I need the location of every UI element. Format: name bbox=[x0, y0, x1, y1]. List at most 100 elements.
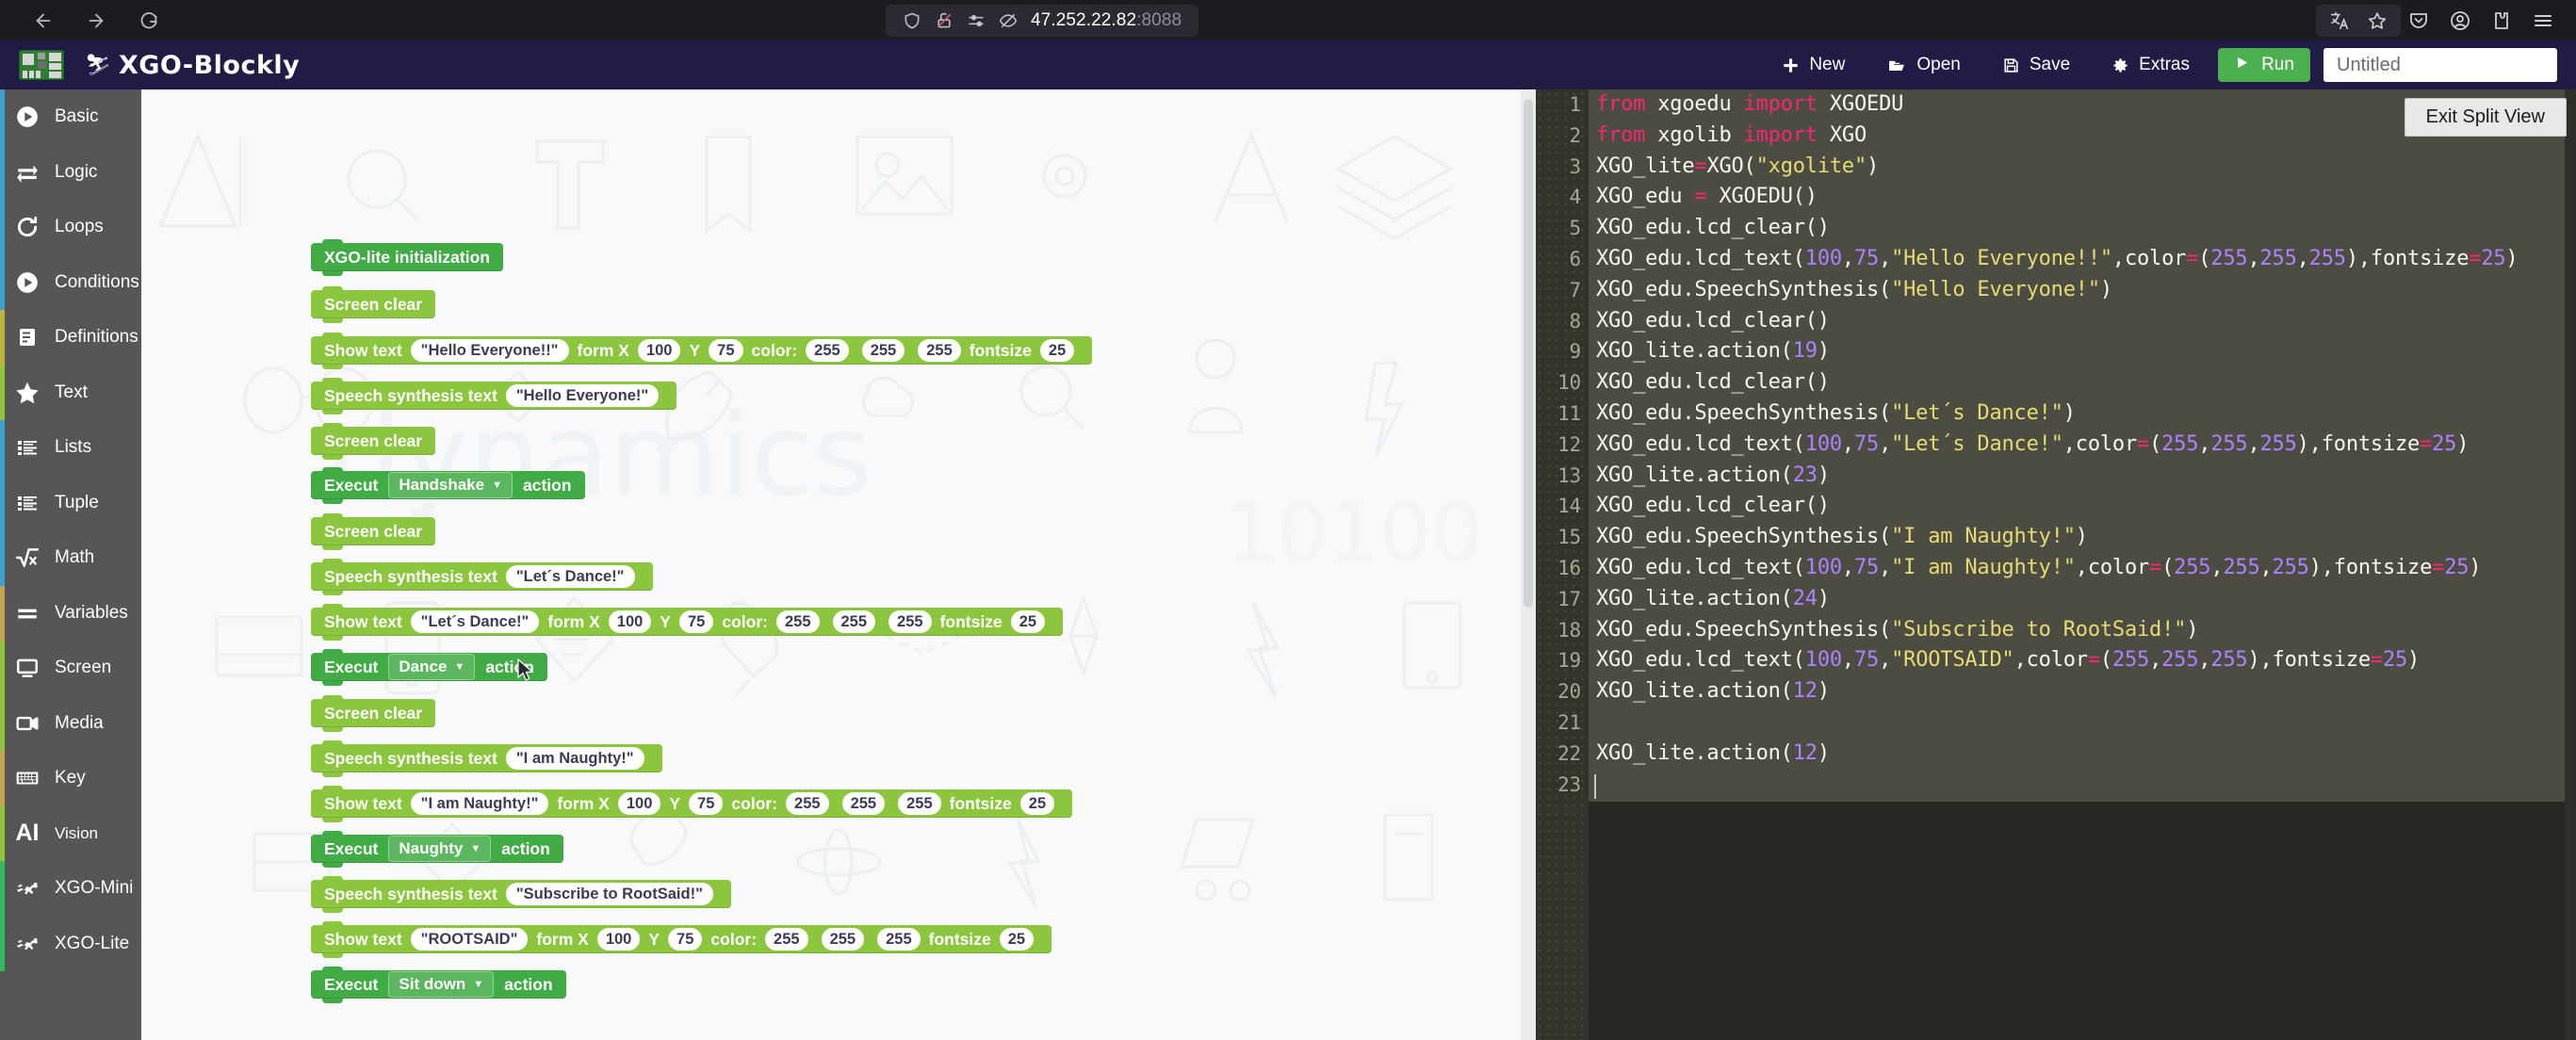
block-number-field[interactable]: 100 bbox=[617, 792, 661, 815]
broken-lock-icon[interactable] bbox=[935, 11, 954, 30]
sidebar-item-variables[interactable]: Variables bbox=[0, 585, 141, 641]
block-speech2[interactable]: Speech synthesis text "Let´s Dance!" bbox=[311, 559, 653, 595]
block-number-field[interactable]: 75 bbox=[668, 928, 703, 951]
python-code-panel[interactable]: 1 from xgoedu import XGOEDU 2 from xgolib i… bbox=[1536, 89, 2576, 1040]
block-number-field[interactable]: 75 bbox=[709, 339, 743, 362]
sidebar-item-logic[interactable]: Logic bbox=[0, 144, 141, 200]
block-show1[interactable]: Show text "Hello Everyone!!" form X 100 Y 75 c… bbox=[311, 333, 1093, 369]
block-clear4[interactable]: Screen clear bbox=[311, 695, 436, 732]
block-dropdown[interactable]: Naughty ▼ bbox=[388, 836, 492, 862]
sidebar-item-lists[interactable]: Lists bbox=[0, 420, 141, 476]
block-number-field[interactable]: 255 bbox=[806, 339, 849, 362]
code-line[interactable]: 11 XGO_edu.SpeechSynthesis("Let´s Dance!"… bbox=[1557, 398, 2576, 430]
sidebar-item-xgo-lite[interactable]: XGO-Lite bbox=[0, 916, 141, 971]
sidebar-item-tuple[interactable]: Tuple bbox=[0, 475, 141, 530]
code-line[interactable]: 5 XGO_edu.lcd_clear() bbox=[1570, 213, 2576, 244]
code-line[interactable]: 6 XGO_edu.lcd_text(100,75,"Hello Everyone… bbox=[1570, 244, 2576, 275]
block-number-field[interactable]: 255 bbox=[861, 339, 905, 362]
block-number-field[interactable]: 100 bbox=[608, 610, 652, 633]
code-line[interactable]: 15 XGO_edu.SpeechSynthesis("I am Naughty!… bbox=[1557, 522, 2576, 553]
sidebar-item-key[interactable]: Key bbox=[0, 751, 141, 806]
hamburger-menu-icon[interactable] bbox=[2525, 5, 2561, 37]
block-number-field[interactable]: 25 bbox=[1039, 339, 1075, 362]
translate-icon[interactable] bbox=[2322, 5, 2357, 37]
block-exec3[interactable]: Execut Naughty ▼ action bbox=[311, 831, 563, 868]
sidebar-item-text[interactable]: Text bbox=[0, 365, 141, 420]
sidebar-item-loops[interactable]: Loops bbox=[0, 200, 141, 255]
code-line[interactable]: 13 XGO_lite.action(23) bbox=[1557, 461, 2576, 492]
block-number-field[interactable]: 75 bbox=[689, 792, 724, 815]
block-number-field[interactable]: 255 bbox=[775, 610, 820, 633]
shield-icon[interactable] bbox=[903, 11, 921, 30]
code-line[interactable]: 17 XGO_lite.action(24) bbox=[1557, 584, 2576, 615]
project-name-input[interactable]: Untitled bbox=[2323, 48, 2557, 82]
save-button[interactable]: Save bbox=[1981, 41, 2091, 89]
code-line[interactable]: 19 XGO_edu.lcd_text(100,75,"ROOTSAID",col… bbox=[1557, 645, 2576, 676]
block-text-field[interactable]: "Let´s Dance!" bbox=[505, 565, 635, 588]
block-text-field[interactable]: "Hello Everyone!!" bbox=[410, 339, 569, 362]
block-exec4[interactable]: Execut Sit down ▼ action bbox=[311, 967, 566, 1003]
sidebar-item-conditions[interactable]: Conditions bbox=[0, 254, 141, 310]
block-dropdown[interactable]: Dance ▼ bbox=[388, 654, 476, 680]
block-number-field[interactable]: 100 bbox=[637, 339, 681, 362]
block-number-field[interactable]: 255 bbox=[898, 792, 941, 815]
block-number-field[interactable]: 255 bbox=[821, 928, 865, 951]
block-number-field[interactable]: 25 bbox=[999, 928, 1035, 951]
block-speech1[interactable]: Speech synthesis text "Hello Everyone!" bbox=[311, 378, 677, 414]
permissions-icon[interactable] bbox=[967, 11, 986, 30]
sidebar-item-math[interactable]: Math bbox=[0, 530, 141, 586]
forward-arrow-icon[interactable] bbox=[72, 5, 121, 37]
block-number-field[interactable]: 255 bbox=[918, 339, 961, 362]
code-line[interactable]: 8 XGO_edu.lcd_clear() bbox=[1570, 306, 2576, 337]
new-button[interactable]: New bbox=[1761, 41, 1866, 89]
code-line[interactable]: 23 bbox=[1557, 770, 2576, 801]
workspace-vertical-scrollbar[interactable] bbox=[1521, 89, 1536, 1040]
block-number-field[interactable]: 255 bbox=[889, 610, 932, 633]
block-dropdown[interactable]: Sit down ▼ bbox=[388, 971, 495, 998]
block-show2[interactable]: Show text "Let´s Dance!" form X 100 Y 75 color… bbox=[311, 604, 1064, 641]
code-text-area[interactable]: 1 from xgoedu import XGOEDU 2 from xgolib i… bbox=[1557, 89, 2576, 1040]
code-line[interactable]: 21 bbox=[1557, 707, 2576, 739]
sidebar-item-xgo-mini[interactable]: XGO-Mini bbox=[0, 861, 141, 917]
star-icon[interactable] bbox=[2359, 5, 2395, 37]
code-line[interactable]: 20 XGO_lite.action(12) bbox=[1557, 676, 2576, 707]
block-speech4[interactable]: Speech synthesis text "Subscribe to RootS… bbox=[311, 876, 731, 913]
pocket-icon[interactable] bbox=[2401, 5, 2437, 37]
code-line[interactable]: 14 XGO_edu.lcd_clear() bbox=[1557, 491, 2576, 522]
block-clear3[interactable]: Screen clear bbox=[311, 513, 436, 550]
reload-icon[interactable] bbox=[124, 5, 173, 37]
block-clear1[interactable]: Screen clear bbox=[311, 286, 436, 323]
block-number-field[interactable]: 255 bbox=[786, 792, 829, 815]
block-number-field[interactable]: 255 bbox=[841, 792, 886, 815]
extensions-icon[interactable] bbox=[2484, 5, 2519, 37]
block-show3[interactable]: Show text "I am Naughty!" form X 100 Y 75 colo… bbox=[311, 786, 1073, 822]
run-button[interactable]: Run bbox=[2218, 48, 2310, 82]
code-line[interactable]: 3 XGO_lite=XGO("xgolite") bbox=[1570, 152, 2576, 183]
code-line[interactable]: 22 XGO_lite.action(12) bbox=[1557, 739, 2576, 770]
sidebar-item-media[interactable]: Media bbox=[0, 695, 141, 751]
block-number-field[interactable]: 100 bbox=[596, 928, 641, 951]
code-line[interactable]: 18 XGO_edu.SpeechSynthesis("Subscribe to … bbox=[1557, 615, 2576, 646]
scrollbar-thumb[interactable] bbox=[1524, 99, 1533, 608]
extras-button[interactable]: Extras bbox=[2091, 41, 2210, 89]
code-line[interactable]: 10 XGO_edu.lcd_clear() bbox=[1557, 367, 2576, 398]
block-speech3[interactable]: Speech synthesis text "I am Naughty!" bbox=[311, 740, 662, 777]
code-line[interactable]: 16 XGO_edu.lcd_text(100,75,"I am Naughty!… bbox=[1557, 553, 2576, 584]
code-line[interactable]: 9 XGO_lite.action(19) bbox=[1570, 336, 2576, 367]
block-clear2[interactable]: Screen clear bbox=[311, 423, 436, 460]
code-vertical-scrollbar[interactable] bbox=[2565, 89, 2576, 1040]
block-number-field[interactable]: 255 bbox=[765, 928, 808, 951]
blockly-workspace[interactable]: dynamics 10100 XGO-lite initialization Sc… bbox=[141, 89, 1536, 1040]
block-exec1[interactable]: Execut Handshake ▼ action bbox=[311, 467, 585, 504]
sidebar-item-basic[interactable]: Basic bbox=[0, 89, 141, 145]
block-show4[interactable]: Show text "ROOTSAID" form X 100 Y 75 color: 255… bbox=[311, 921, 1052, 958]
block-text-field[interactable]: "ROOTSAID" bbox=[410, 928, 529, 951]
back-arrow-icon[interactable] bbox=[19, 5, 68, 37]
block-text-field[interactable]: "Let´s Dance!" bbox=[410, 610, 540, 633]
account-icon[interactable] bbox=[2442, 5, 2478, 37]
code-line[interactable]: 4 XGO_edu = XGOEDU() bbox=[1570, 182, 2576, 213]
block-dropdown[interactable]: Handshake ▼ bbox=[388, 472, 513, 498]
block-exec2[interactable]: Execut Dance ▼ action bbox=[311, 649, 547, 686]
block-text-field[interactable]: "I am Naughty!" bbox=[410, 792, 549, 815]
sidebar-item-vision[interactable]: AI Vision bbox=[0, 805, 141, 861]
